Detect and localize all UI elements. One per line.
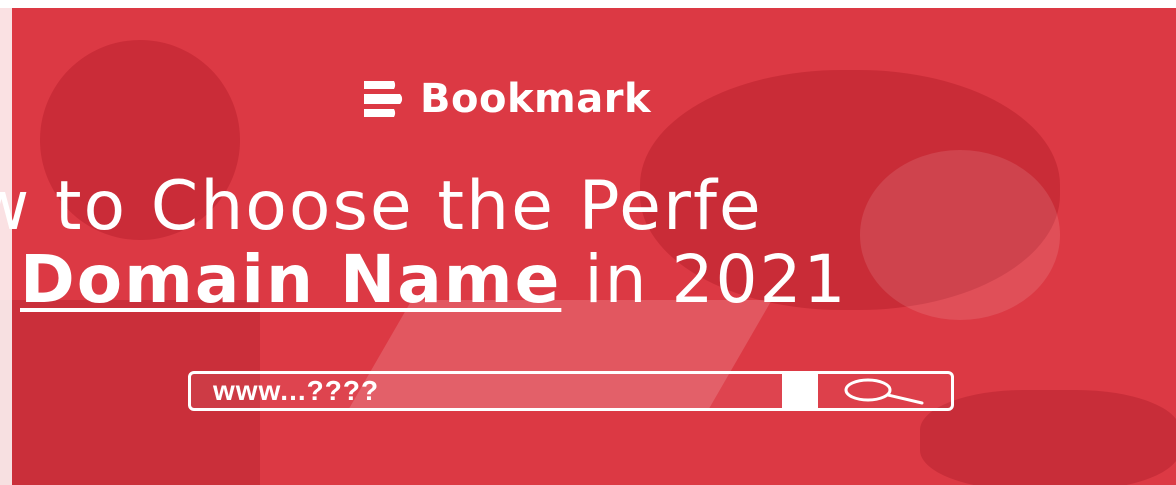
- stacked-lines-logo-icon: [364, 81, 403, 117]
- domain-search-input[interactable]: www...????: [188, 371, 788, 411]
- domain-search-bar: www...????: [188, 371, 954, 411]
- headline: ow to Choose the Perfe Domain Name in 20…: [0, 170, 1176, 316]
- brand-name: Bookmark: [420, 76, 652, 122]
- headline-line-2: Domain Name in 2021: [0, 244, 1176, 316]
- search-divider: [782, 371, 818, 411]
- background-bottom-shape: [920, 390, 1176, 485]
- top-edge-strip: [0, 0, 1176, 8]
- magnifier-icon: [844, 378, 923, 405]
- search-button[interactable]: [818, 371, 954, 411]
- brand-logo: Bookmark: [360, 74, 651, 124]
- headline-emphasis: Domain Name: [20, 241, 562, 318]
- headline-line-2-rest: in 2021: [561, 241, 848, 318]
- hero-banner: Bookmark ow to Choose the Perfe Domain N…: [0, 0, 1176, 485]
- headline-line-1: ow to Choose the Perfe: [0, 167, 763, 246]
